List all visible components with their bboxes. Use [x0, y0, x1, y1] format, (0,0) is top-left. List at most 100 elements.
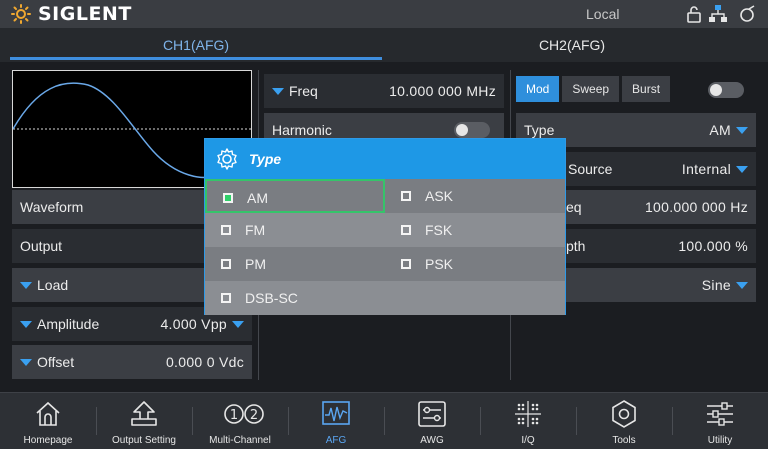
remote-mode-status: Local: [586, 6, 620, 22]
home-icon: [36, 401, 60, 426]
harmonic-label: Harmonic: [272, 122, 332, 138]
iq-constellation-icon: [515, 401, 541, 427]
freq-label: Freq: [289, 83, 318, 99]
type-select-dialog: Type AM ASK FM FSK PM PSK DSB-SC: [204, 138, 566, 315]
dialog-title: Type: [249, 151, 282, 167]
tab-ch2[interactable]: CH2(AFG): [386, 28, 758, 62]
nav-tools[interactable]: Tools: [576, 393, 672, 449]
mod-type-label: Type: [524, 122, 555, 138]
mod-button[interactable]: Mod: [516, 76, 560, 102]
svg-text:2: 2: [250, 408, 258, 423]
freq-value: 10.000 000 MHz: [389, 83, 496, 99]
gear-icon: [217, 148, 237, 170]
nav-iq[interactable]: I/Q: [480, 393, 576, 449]
mod-enable-toggle[interactable]: [708, 82, 744, 98]
option-dsb-sc[interactable]: DSB-SC: [205, 281, 385, 315]
screenshot-icon[interactable]: [737, 4, 757, 24]
option-ask[interactable]: ASK: [385, 179, 565, 213]
nav-utility[interactable]: Utility: [672, 393, 768, 449]
nav-homepage[interactable]: Homepage: [0, 393, 96, 449]
checkbox-icon: [221, 259, 231, 269]
multi-channel-icon: 12: [224, 404, 264, 424]
dropdown-triangle-icon: [272, 87, 284, 95]
checkbox-icon: [401, 225, 411, 235]
logo-text: SIGLENT: [38, 3, 132, 25]
harmonic-toggle[interactable]: [454, 122, 490, 138]
dropdown-triangle-icon: [20, 320, 32, 328]
mod-source-label: Source: [568, 161, 613, 177]
siglent-logo-icon: [11, 4, 31, 24]
awg-icon: [418, 401, 446, 427]
tools-icon: [612, 400, 636, 428]
output-setting-icon: [131, 401, 157, 426]
offset-value: 0.000 0 Vdc: [165, 354, 244, 370]
dropdown-triangle-icon: [20, 281, 32, 289]
nav-output-setting[interactable]: Output Setting: [96, 393, 192, 449]
option-pm[interactable]: PM: [205, 247, 385, 281]
load-label: Load: [37, 277, 69, 293]
nav-label: I/Q: [521, 435, 535, 446]
checkbox-icon: [223, 193, 233, 203]
mod-source-value: Internal: [681, 161, 731, 177]
nav-label: Output Setting: [112, 435, 176, 446]
afg-waveform-icon: [322, 401, 350, 425]
mod-type-value: AM: [709, 122, 731, 138]
mod-sweep-burst-group: Mod Sweep Burst: [516, 76, 671, 102]
offset-label: Offset: [37, 354, 75, 370]
waveform-label: Waveform: [20, 199, 84, 215]
burst-button[interactable]: Burst: [622, 76, 671, 102]
toggle-knob: [710, 84, 722, 96]
mod-freq-value: 100.000 000 Hz: [644, 199, 748, 215]
freq-row[interactable]: Freq 10.000 000 MHz: [264, 74, 504, 108]
dropdown-triangle-icon: [736, 281, 748, 289]
dialog-header: Type: [205, 139, 565, 179]
sweep-button[interactable]: Sweep: [562, 76, 620, 102]
nav-afg[interactable]: AFG: [288, 393, 384, 449]
bottom-nav-bar: Homepage Output Setting 12 Multi-Channel…: [0, 392, 768, 449]
option-label: FSK: [425, 222, 453, 238]
empty-option-cell: [385, 281, 565, 315]
option-fm[interactable]: FM: [205, 213, 385, 247]
nav-label: Multi-Channel: [209, 435, 271, 446]
option-label: ASK: [425, 188, 454, 204]
option-fsk[interactable]: FSK: [385, 213, 565, 247]
dropdown-triangle-icon: [20, 358, 32, 366]
option-label: PSK: [425, 256, 454, 272]
dropdown-triangle-icon: [736, 165, 748, 173]
top-bar: SIGLENT Local: [0, 0, 768, 28]
utility-sliders-icon: [707, 402, 733, 426]
network-icon[interactable]: [708, 4, 728, 24]
dropdown-triangle-icon: [736, 126, 748, 134]
option-psk[interactable]: PSK: [385, 247, 565, 281]
nav-multi-channel[interactable]: 12 Multi-Channel: [192, 393, 288, 449]
option-label: FM: [245, 222, 266, 238]
output-label: Output: [20, 238, 63, 254]
svg-text:1: 1: [230, 408, 238, 423]
mod-freq-label: eq: [566, 199, 582, 215]
checkbox-icon: [221, 225, 231, 235]
nav-label: AWG: [420, 435, 444, 446]
amplitude-label: Amplitude: [37, 316, 100, 332]
nav-awg[interactable]: AWG: [384, 393, 480, 449]
option-label: PM: [245, 256, 266, 272]
active-tab-indicator: [10, 57, 382, 60]
lock-icon[interactable]: [684, 4, 704, 24]
option-label: AM: [247, 190, 268, 206]
checkbox-icon: [221, 293, 231, 303]
toggle-knob: [456, 124, 468, 136]
checkbox-icon: [401, 259, 411, 269]
mod-shape-value: Sine: [701, 277, 731, 293]
mod-depth-value: 100.000 %: [678, 238, 748, 254]
nav-label: AFG: [325, 435, 347, 446]
nav-label: Homepage: [23, 435, 73, 446]
unit-dropdown-icon[interactable]: [232, 320, 244, 328]
option-am[interactable]: AM: [205, 179, 385, 213]
siglent-logo: SIGLENT: [8, 3, 132, 25]
nav-label: Utility: [707, 435, 733, 446]
amplitude-value: 4.000 Vpp: [160, 316, 227, 332]
mod-depth-label: pth: [566, 238, 586, 254]
option-label: DSB-SC: [245, 290, 298, 306]
nav-label: Tools: [612, 435, 636, 446]
checkbox-icon: [401, 191, 411, 201]
offset-row[interactable]: Offset 0.000 0 Vdc: [12, 345, 252, 379]
